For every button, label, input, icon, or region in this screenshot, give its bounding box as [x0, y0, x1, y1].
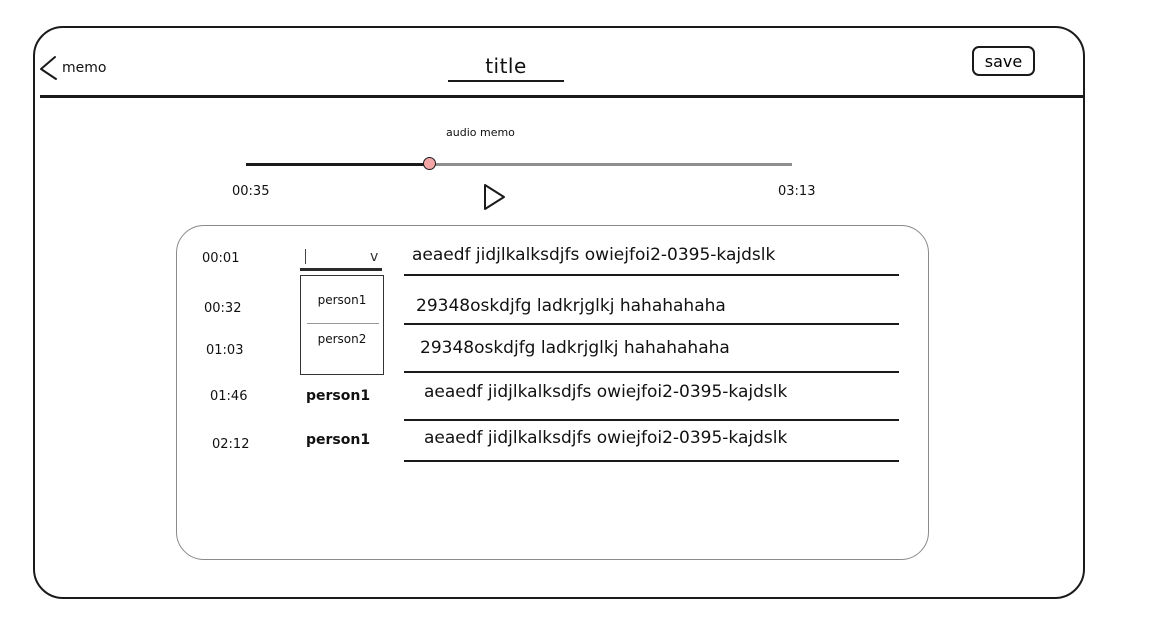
save-button[interactable]: save: [972, 46, 1035, 76]
row-text: aeaedf jidjlkalksdjfs owiejfoi2-0395-kaj…: [424, 428, 788, 448]
chevron-left-icon: [40, 56, 57, 80]
title-text: title: [485, 54, 527, 78]
row-text: 29348oskdjfg ladkrjglkj hahahahaha: [416, 296, 726, 316]
page-title[interactable]: title: [448, 54, 564, 78]
play-button[interactable]: [482, 182, 508, 216]
text-cursor: [305, 249, 306, 264]
play-icon: [484, 184, 505, 210]
audio-progress-thumb[interactable]: [423, 157, 436, 170]
row-divider: [404, 323, 899, 325]
row-divider: [404, 371, 899, 373]
back-button[interactable]: memo: [38, 54, 106, 82]
audio-memo-label: audio memo: [446, 126, 515, 139]
total-time: 03:13: [778, 184, 816, 199]
row-speaker[interactable]: person1: [306, 432, 370, 448]
speaker-select[interactable]: [300, 268, 382, 271]
row-divider: [404, 460, 899, 462]
row-text: aeaedf jidjlkalksdjfs owiejfoi2-0395-kaj…: [424, 382, 788, 402]
dropdown-option-person2[interactable]: person2: [301, 332, 383, 346]
row-time: 01:46: [210, 389, 248, 404]
row-text: aeaedf jidjlkalksdjfs owiejfoi2-0395-kaj…: [412, 245, 776, 265]
row-text: 29348oskdjfg ladkrjglkj hahahahaha: [420, 338, 730, 358]
speaker-dropdown: person1 person2: [300, 275, 384, 375]
chevron-down-icon[interactable]: v: [370, 249, 378, 265]
row-time: 01:03: [206, 343, 244, 358]
audio-progress-fill: [246, 163, 430, 166]
title-underline: [448, 80, 564, 82]
dropdown-divider: [307, 323, 379, 324]
row-divider: [404, 274, 899, 276]
header-divider: [40, 95, 1085, 98]
row-speaker[interactable]: person1: [306, 388, 370, 404]
row-time: 00:32: [204, 301, 242, 316]
back-label: memo: [62, 60, 107, 76]
row-divider: [404, 419, 899, 421]
row-time: 02:12: [212, 437, 250, 452]
elapsed-time: 00:35: [232, 184, 270, 199]
row-time: 00:01: [202, 251, 240, 266]
dropdown-option-person1[interactable]: person1: [301, 293, 383, 307]
